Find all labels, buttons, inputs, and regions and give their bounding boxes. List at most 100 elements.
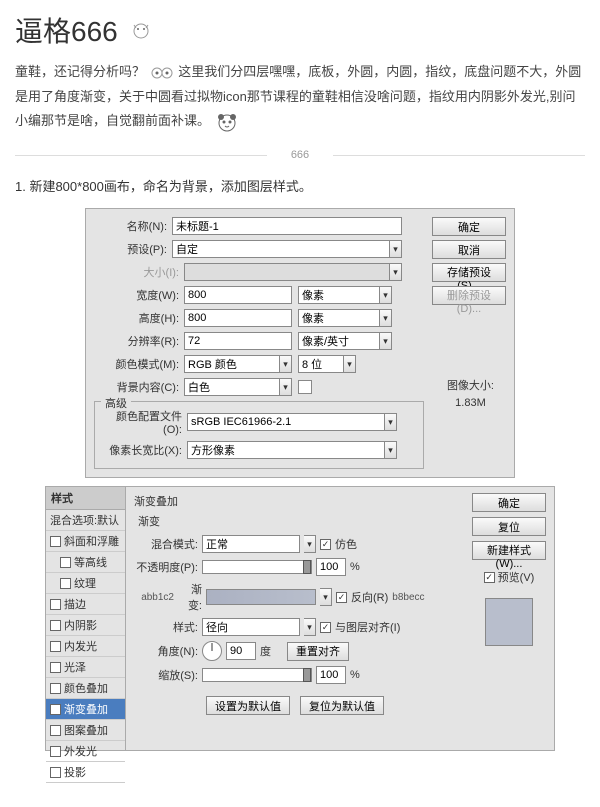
style-item-10[interactable]: 外发光 <box>46 741 125 762</box>
style-item-checkbox[interactable] <box>50 599 61 610</box>
pixelaspect-select[interactable] <box>187 441 385 459</box>
style-item-label: 等高线 <box>74 554 107 570</box>
style-item-checkbox[interactable] <box>50 620 61 631</box>
new-style-button[interactable]: 新建样式(W)... <box>472 541 546 560</box>
style-item-label: 内发光 <box>64 638 97 654</box>
style-item-checkbox[interactable] <box>50 725 61 736</box>
style-item-11[interactable]: 投影 <box>46 762 125 783</box>
name-input[interactable] <box>172 217 402 235</box>
height-input[interactable] <box>184 309 292 327</box>
advanced-legend: 高级 <box>101 395 131 411</box>
size-label: 大小(I): <box>106 264 184 280</box>
ok-button[interactable]: 确定 <box>472 493 546 512</box>
dropdown-icon[interactable]: ▾ <box>304 535 316 553</box>
resolution-input[interactable] <box>184 332 292 350</box>
opacity-label: 不透明度(P): <box>134 559 198 575</box>
dropdown-icon[interactable]: ▾ <box>320 588 332 606</box>
colorprofile-label: 颜色配置文件(O): <box>99 408 187 436</box>
style-item-checkbox[interactable] <box>50 662 61 673</box>
style-item-checkbox[interactable] <box>60 578 71 589</box>
dropdown-icon[interactable]: ▾ <box>304 618 316 636</box>
ok-button[interactable]: 确定 <box>432 217 506 236</box>
style-item-checkbox[interactable] <box>50 641 61 652</box>
bitdepth-select[interactable] <box>298 355 344 373</box>
style-item-checkbox[interactable] <box>50 746 61 757</box>
dither-checkbox[interactable]: ✓ <box>320 539 331 550</box>
height-unit-select[interactable] <box>298 309 380 327</box>
opacity-input[interactable] <box>316 558 346 576</box>
blend-options-item[interactable]: 混合选项:默认 <box>46 510 125 531</box>
gradstyle-select[interactable] <box>202 618 300 636</box>
style-item-9[interactable]: 图案叠加 <box>46 720 125 741</box>
scale-input[interactable] <box>316 666 346 684</box>
pixelaspect-label: 像素长宽比(X): <box>99 442 187 458</box>
style-item-2[interactable]: 纹理 <box>46 573 125 594</box>
style-item-0[interactable]: 斜面和浮雕 <box>46 531 125 552</box>
set-default-button[interactable]: 设置为默认值 <box>206 696 290 715</box>
angle-input[interactable] <box>226 642 256 660</box>
align-checkbox[interactable]: ✓ <box>320 622 331 633</box>
scale-slider[interactable] <box>202 668 312 682</box>
reset-button[interactable]: 复位 <box>472 517 546 536</box>
dither-label: 仿色 <box>335 536 357 552</box>
resolution-unit-select[interactable] <box>298 332 380 350</box>
colormode-select[interactable] <box>184 355 280 373</box>
bgcontent-select[interactable] <box>184 378 280 396</box>
dropdown-icon[interactable]: ▾ <box>280 378 292 396</box>
dropdown-icon[interactable]: ▾ <box>380 332 392 350</box>
style-item-checkbox[interactable] <box>50 767 61 778</box>
reset-align-button[interactable]: 重置对齐 <box>287 642 349 661</box>
title-text: 逼格666 <box>15 10 118 50</box>
colorprofile-select[interactable] <box>187 413 385 431</box>
colormode-label: 颜色模式(M): <box>106 356 184 372</box>
style-item-label: 描边 <box>64 596 86 612</box>
style-item-7[interactable]: 颜色叠加 <box>46 678 125 699</box>
blendmode-label: 混合模式: <box>134 536 198 552</box>
style-item-label: 纹理 <box>74 575 96 591</box>
cancel-button[interactable]: 取消 <box>432 240 506 259</box>
blendmode-select[interactable] <box>202 535 300 553</box>
preset-select[interactable] <box>172 240 390 258</box>
save-preset-button[interactable]: 存储预设(S)... <box>432 263 506 282</box>
color1-label: abb1c2 <box>134 592 174 603</box>
cat-emoji-icon <box>126 20 156 40</box>
style-item-checkbox[interactable] <box>50 536 61 547</box>
right-panel: 确定 复位 新建样式(W)... ✓ 预览(V) <box>464 487 554 750</box>
dropdown-icon[interactable]: ▾ <box>390 240 402 258</box>
delete-preset-button[interactable]: 删除预设(D)... <box>432 286 506 305</box>
bg-color-swatch[interactable] <box>298 380 312 394</box>
dropdown-icon[interactable]: ▾ <box>380 286 392 304</box>
dropdown-icon[interactable]: ▾ <box>385 413 397 431</box>
width-unit-select[interactable] <box>298 286 380 304</box>
style-item-4[interactable]: 内阴影 <box>46 615 125 636</box>
style-item-5[interactable]: 内发光 <box>46 636 125 657</box>
style-item-checkbox[interactable]: ✓ <box>50 704 61 715</box>
dropdown-icon[interactable]: ▾ <box>280 355 292 373</box>
gradient-overlay-panel: 渐变叠加 渐变 混合模式: ▾ ✓ 仿色 不透明度(P): % abb1c2 渐… <box>126 487 464 750</box>
style-item-3[interactable]: 描边 <box>46 594 125 615</box>
dropdown-icon[interactable]: ▾ <box>380 309 392 327</box>
style-item-label: 斜面和浮雕 <box>64 533 119 549</box>
width-input[interactable] <box>184 286 292 304</box>
percent-label: % <box>350 561 360 573</box>
preview-checkbox[interactable]: ✓ <box>484 572 495 583</box>
opacity-slider[interactable] <box>202 560 312 574</box>
style-item-6[interactable]: 光泽 <box>46 657 125 678</box>
dropdown-icon: ▾ <box>390 263 402 281</box>
percent-label: % <box>350 669 360 681</box>
style-item-8[interactable]: ✓渐变叠加 <box>46 699 125 720</box>
reverse-checkbox[interactable]: ✓ <box>336 592 347 603</box>
dropdown-icon[interactable]: ▾ <box>385 441 397 459</box>
style-item-checkbox[interactable] <box>50 683 61 694</box>
style-item-checkbox[interactable] <box>60 557 71 568</box>
image-size-info: 图像大小: 1.83M <box>447 377 494 409</box>
eyes-emoji-icon <box>149 66 175 80</box>
reset-default-button[interactable]: 复位为默认值 <box>300 696 384 715</box>
dropdown-icon[interactable]: ▾ <box>344 355 356 373</box>
gradient-bar[interactable] <box>206 589 316 605</box>
name-label: 名称(N): <box>94 218 172 234</box>
preset-label: 预设(P): <box>94 241 172 257</box>
angle-dial[interactable] <box>202 641 222 661</box>
description-paragraph: 童鞋，还记得分析吗？ 这里我们分四层嘿嘿，底板，外圆，内圆，指纹，底盘问题不大，… <box>0 55 600 139</box>
style-item-1[interactable]: 等高线 <box>46 552 125 573</box>
